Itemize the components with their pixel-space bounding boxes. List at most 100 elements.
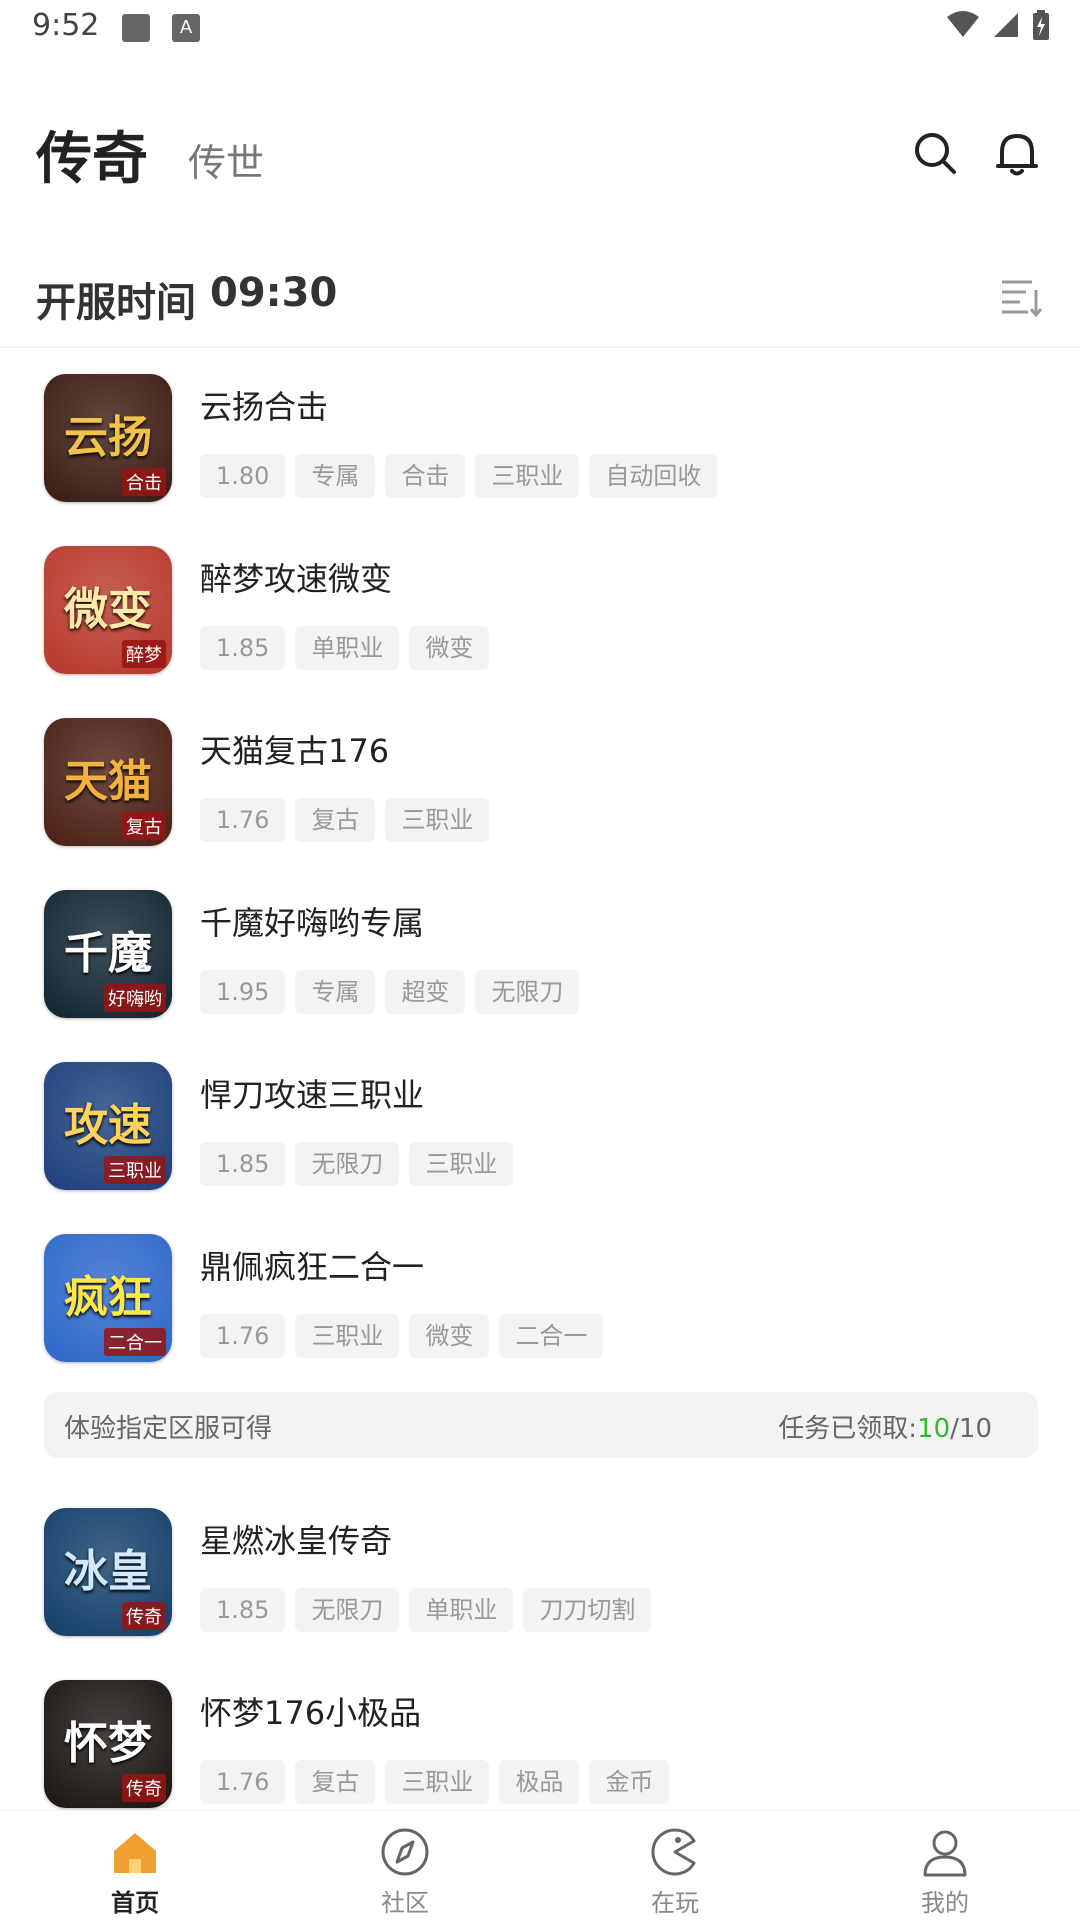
game-row[interactable]: 微变 醉梦 醉梦攻速微变 1.85 单职业 微变 <box>0 532 1080 704</box>
nav-home[interactable]: 首页 <box>0 1811 270 1921</box>
tag-list: 1.85 无限刀 单职业 刀刀切割 <box>200 1588 652 1632</box>
tag-list: 1.95 专属 超变 无限刀 <box>200 970 580 1014</box>
game-row[interactable]: 攻速 三职业 悍刀攻速三职业 1.85 无限刀 三职业 <box>0 1048 1080 1220</box>
home-icon <box>114 1833 156 1873</box>
bottom-navigation: 首页 社区 在玩 我的 <box>0 1810 1080 1921</box>
nav-profile[interactable]: 我的 <box>810 1811 1080 1921</box>
tag-list: 1.80 专属 合击 三职业 自动回收 <box>200 454 718 498</box>
tag: 自动回收 <box>589 454 718 498</box>
tag: 单职业 <box>409 1588 514 1632</box>
tag: 复古 <box>295 1760 376 1804</box>
game-row[interactable]: 天猫 复古 天猫复古176 1.76 复古 三职业 <box>0 704 1080 876</box>
tag: 微变 <box>409 1314 490 1358</box>
tag: 无限刀 <box>475 970 580 1014</box>
game-name: 千魔好嗨哟专属 <box>200 904 425 942</box>
bell-icon[interactable] <box>992 128 1042 178</box>
game-icon[interactable]: 怀梦传奇 <box>44 1680 172 1808</box>
section-time: 09:30 <box>210 270 338 316</box>
nav-label: 在玩 <box>651 1889 699 1917</box>
game-name: 悍刀攻速三职业 <box>200 1076 425 1114</box>
game-name: 醉梦攻速微变 <box>200 560 393 598</box>
tab-chuanshi[interactable]: 传世 <box>188 132 264 187</box>
tag: 复古 <box>295 798 376 842</box>
task-label: 体验指定区服可得 <box>64 1414 273 1444</box>
section-title: 开服时间 <box>36 280 196 326</box>
tag: 1.95 <box>200 970 286 1014</box>
tag: 三职业 <box>295 1314 400 1358</box>
game-name: 云扬合击 <box>200 388 329 426</box>
tag: 合击 <box>385 454 466 498</box>
game-name: 星燃冰皇传奇 <box>200 1522 393 1560</box>
task-status: 任务已领取:10/10 <box>778 1408 992 1445</box>
tag-list: 1.76 复古 三职业 <box>200 798 490 842</box>
tag: 单职业 <box>295 626 400 670</box>
nav-community[interactable]: 社区 <box>270 1811 540 1921</box>
game-icon-subtitle: 传奇 <box>122 1774 166 1802</box>
status-bar: 9:52 A <box>0 0 1080 56</box>
game-icon-subtitle: 复古 <box>122 812 166 840</box>
pacman-icon <box>651 1828 696 1876</box>
task-prefix: 任务已领取: <box>778 1414 918 1444</box>
cellular-signal-icon <box>994 13 1018 37</box>
game-row[interactable]: 冰皇 传奇 星燃冰皇传奇 1.85 无限刀 单职业 刀刀切割 <box>0 1494 1080 1666</box>
user-icon <box>923 1830 967 1877</box>
tag: 1.76 <box>200 1314 286 1358</box>
status-icons <box>946 10 1050 40</box>
wifi-icon <box>947 11 979 37</box>
game-icon[interactable]: 微变 醉梦 <box>44 546 172 674</box>
tag: 金币 <box>589 1760 670 1804</box>
tag-list: 1.85 无限刀 三职业 <box>200 1142 514 1186</box>
game-icon[interactable]: 千魔 好嗨哟 <box>44 890 172 1018</box>
battery-icon <box>1033 10 1049 40</box>
tag: 1.85 <box>200 1588 286 1632</box>
sort-icon[interactable] <box>998 274 1042 318</box>
game-icon[interactable]: 云扬合击 <box>44 374 172 502</box>
game-list: 云扬 合击 云扬合击 1.80 专属 合击 三职业 自动回收 微变 醉梦 醉梦攻速微变 1.85 单职… <box>0 360 1080 1838</box>
tag: 三职业 <box>475 454 580 498</box>
tag: 三职业 <box>385 798 490 842</box>
game-icon-subtitle: 合击 <box>122 468 166 496</box>
game-name: 天猫复古176 <box>200 732 390 770</box>
top-header: 传奇 传世 <box>0 100 1080 200</box>
tag: 1.85 <box>200 1142 286 1186</box>
game-icon-title: 攻速 <box>64 1100 152 1151</box>
nav-playing[interactable]: 在玩 <box>540 1811 810 1921</box>
tag: 二合一 <box>499 1314 604 1358</box>
nav-label: 社区 <box>381 1889 429 1917</box>
tag: 微变 <box>409 626 490 670</box>
tag: 无限刀 <box>295 1142 400 1186</box>
server-open-time-header: 开服时间 09:30 <box>0 268 1080 328</box>
search-icon[interactable] <box>910 128 960 178</box>
tag: 1.85 <box>200 626 286 670</box>
tag-list: 1.85 单职业 微变 <box>200 626 490 670</box>
game-row[interactable]: 疯狂 二合一 鼎佩疯狂二合一 1.76 三职业 微变 二合一 <box>0 1220 1080 1392</box>
task-progress-bar[interactable]: 体验指定区服可得 任务已领取:10/10 <box>44 1392 1038 1458</box>
game-icon[interactable]: 攻速三职业 <box>44 1062 172 1190</box>
tag: 三职业 <box>385 1760 490 1804</box>
game-row[interactable]: 云扬 合击 云扬合击 1.80 专属 合击 三职业 自动回收 <box>0 360 1080 532</box>
game-icon[interactable]: 天猫复古 <box>44 718 172 846</box>
game-icon-title: 微变 <box>64 584 152 635</box>
tab-chuanqi[interactable]: 传奇 <box>36 114 148 195</box>
tag-list: 1.76 三职业 微变 二合一 <box>200 1314 604 1358</box>
tag-list: 1.76 复古 三职业 极品 金币 <box>200 1760 670 1804</box>
nav-label: 首页 <box>111 1889 159 1917</box>
game-icon[interactable]: 疯狂 二合一 <box>44 1234 172 1362</box>
tag: 专属 <box>295 454 376 498</box>
compass-icon <box>381 1828 429 1876</box>
divider <box>0 346 1080 348</box>
game-icon-subtitle: 三职业 <box>104 1156 166 1184</box>
game-icon[interactable]: 冰皇 传奇 <box>44 1508 172 1636</box>
game-icon-title: 怀梦 <box>64 1718 152 1769</box>
game-icon-subtitle: 好嗨哟 <box>104 984 166 1012</box>
game-icon-title: 云扬 <box>64 412 152 463</box>
game-icon-title: 天猫 <box>64 756 152 807</box>
tag: 无限刀 <box>295 1588 400 1632</box>
status-time: 9:52 <box>32 8 100 43</box>
keyboard-notification-icon: A <box>172 14 200 42</box>
game-row[interactable]: 千魔 好嗨哟 千魔好嗨哟专属 1.95 专属 超变 无限刀 <box>0 876 1080 1048</box>
tag: 专属 <box>295 970 376 1014</box>
tag: 超变 <box>385 970 466 1014</box>
tag: 极品 <box>499 1760 580 1804</box>
